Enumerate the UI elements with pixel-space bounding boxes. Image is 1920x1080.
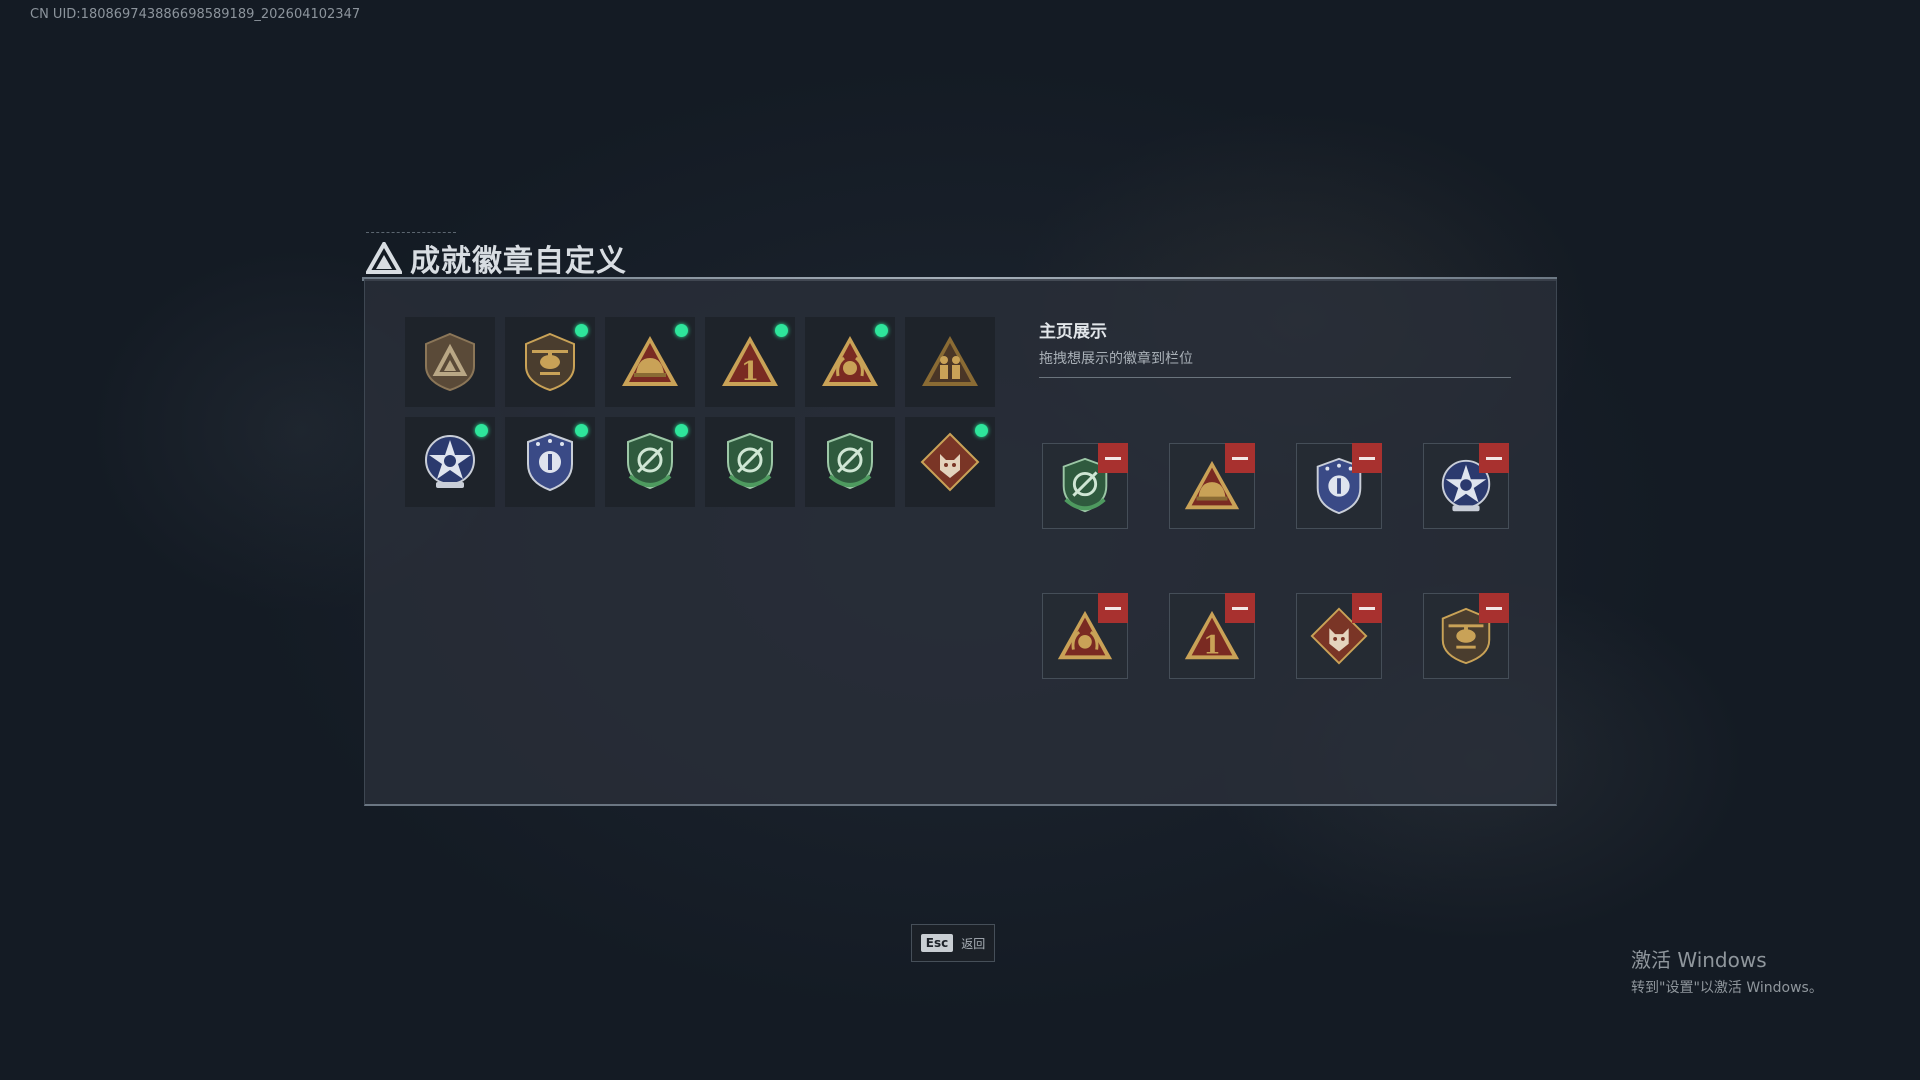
selected-indicator-icon <box>975 424 988 437</box>
shield-triangle-badge-icon <box>425 332 475 392</box>
green-crest-badge-icon <box>827 432 873 490</box>
helmet-triangle-badge-icon <box>622 336 678 386</box>
showcase-slot[interactable] <box>1042 443 1128 529</box>
green-crest-badge-icon <box>727 432 773 490</box>
windows-activation-watermark: 激活 Windows 转到"设置"以激活 Windows。 <box>1631 944 1823 997</box>
badge-panel: 1 主页展示 拖拽想展示的徽章到栏位 1 <box>364 279 1557 806</box>
remove-badge-button[interactable] <box>1225 593 1255 623</box>
page-title: 成就徽章自定义 <box>410 244 627 279</box>
remove-badge-button[interactable] <box>1225 443 1255 473</box>
remove-badge-button[interactable] <box>1352 593 1382 623</box>
badge-slot[interactable] <box>705 417 795 507</box>
minus-icon <box>1232 606 1248 610</box>
badge-slot[interactable] <box>805 317 895 407</box>
badge-slot[interactable] <box>605 417 695 507</box>
showcase-slot[interactable]: 1 <box>1169 593 1255 679</box>
showcase-slot[interactable] <box>1296 593 1382 679</box>
uid-label: CN UID:180869743886698589189_20260410234… <box>30 7 361 22</box>
selected-indicator-icon <box>575 424 588 437</box>
selected-indicator-icon <box>675 324 688 337</box>
remove-badge-button[interactable] <box>1479 593 1509 623</box>
showcase-slot[interactable] <box>1042 593 1128 679</box>
showcase-title: 主页展示 <box>1039 322 1107 342</box>
showcase-slot[interactable] <box>1423 443 1509 529</box>
showcase-slots: 1 <box>1042 443 1509 679</box>
soldiers-triangle-badge-icon <box>922 336 978 386</box>
selected-indicator-icon <box>475 424 488 437</box>
homepage-showcase: 主页展示 拖拽想展示的徽章到栏位 1 <box>1039 317 1511 679</box>
showcase-subtitle: 拖拽想展示的徽章到栏位 <box>1039 351 1193 367</box>
minus-icon <box>1105 456 1121 460</box>
wolf-diamond-badge-icon <box>920 432 980 492</box>
selected-indicator-icon <box>575 324 588 337</box>
activation-title: 激活 Windows <box>1631 948 1767 972</box>
remove-badge-button[interactable] <box>1479 443 1509 473</box>
esc-key-icon: Esc <box>920 934 954 952</box>
minus-icon <box>1359 606 1375 610</box>
selected-indicator-icon <box>675 424 688 437</box>
minus-icon <box>1486 606 1502 610</box>
remove-badge-button[interactable] <box>1098 443 1128 473</box>
svg-text:1: 1 <box>1203 629 1221 659</box>
showcase-slot[interactable] <box>1296 443 1382 529</box>
activation-hint: 转到"设置"以激活 Windows。 <box>1631 980 1823 996</box>
badge-slot[interactable] <box>405 417 495 507</box>
badge-slot[interactable] <box>805 417 895 507</box>
minus-icon <box>1232 456 1248 460</box>
number-one-triangle-badge-icon: 1 <box>722 336 778 387</box>
selected-indicator-icon <box>775 324 788 337</box>
star-emblem-badge-icon <box>425 435 475 488</box>
minus-icon <box>1486 456 1502 460</box>
showcase-slot[interactable] <box>1169 443 1255 529</box>
badge-slot[interactable] <box>505 317 595 407</box>
back-label: 返回 <box>961 936 986 951</box>
wreath-triangle-badge-icon <box>822 336 878 386</box>
back-button[interactable]: Esc 返回 <box>911 924 995 962</box>
minus-icon <box>1105 606 1121 610</box>
helicopter-badge-icon <box>525 332 575 392</box>
remove-badge-button[interactable] <box>1352 443 1382 473</box>
remove-badge-button[interactable] <box>1098 593 1128 623</box>
badge-slot[interactable] <box>905 417 995 507</box>
selected-indicator-icon <box>875 324 888 337</box>
badge-slot[interactable] <box>505 417 595 507</box>
badge-collection-grid: 1 <box>405 317 995 507</box>
triangle-logo-icon <box>366 242 402 274</box>
badge-slot[interactable] <box>605 317 695 407</box>
green-crest-badge-icon <box>627 432 673 490</box>
police-shield-badge-icon <box>527 432 573 492</box>
badge-slot[interactable]: 1 <box>705 317 795 407</box>
badge-slot[interactable] <box>905 317 995 407</box>
showcase-slot[interactable] <box>1423 593 1509 679</box>
svg-text:1: 1 <box>741 357 759 387</box>
badge-slot[interactable] <box>405 317 495 407</box>
minus-icon <box>1359 456 1375 460</box>
showcase-divider <box>1039 377 1511 378</box>
page-header: 成就徽章自定义 <box>362 232 1557 284</box>
